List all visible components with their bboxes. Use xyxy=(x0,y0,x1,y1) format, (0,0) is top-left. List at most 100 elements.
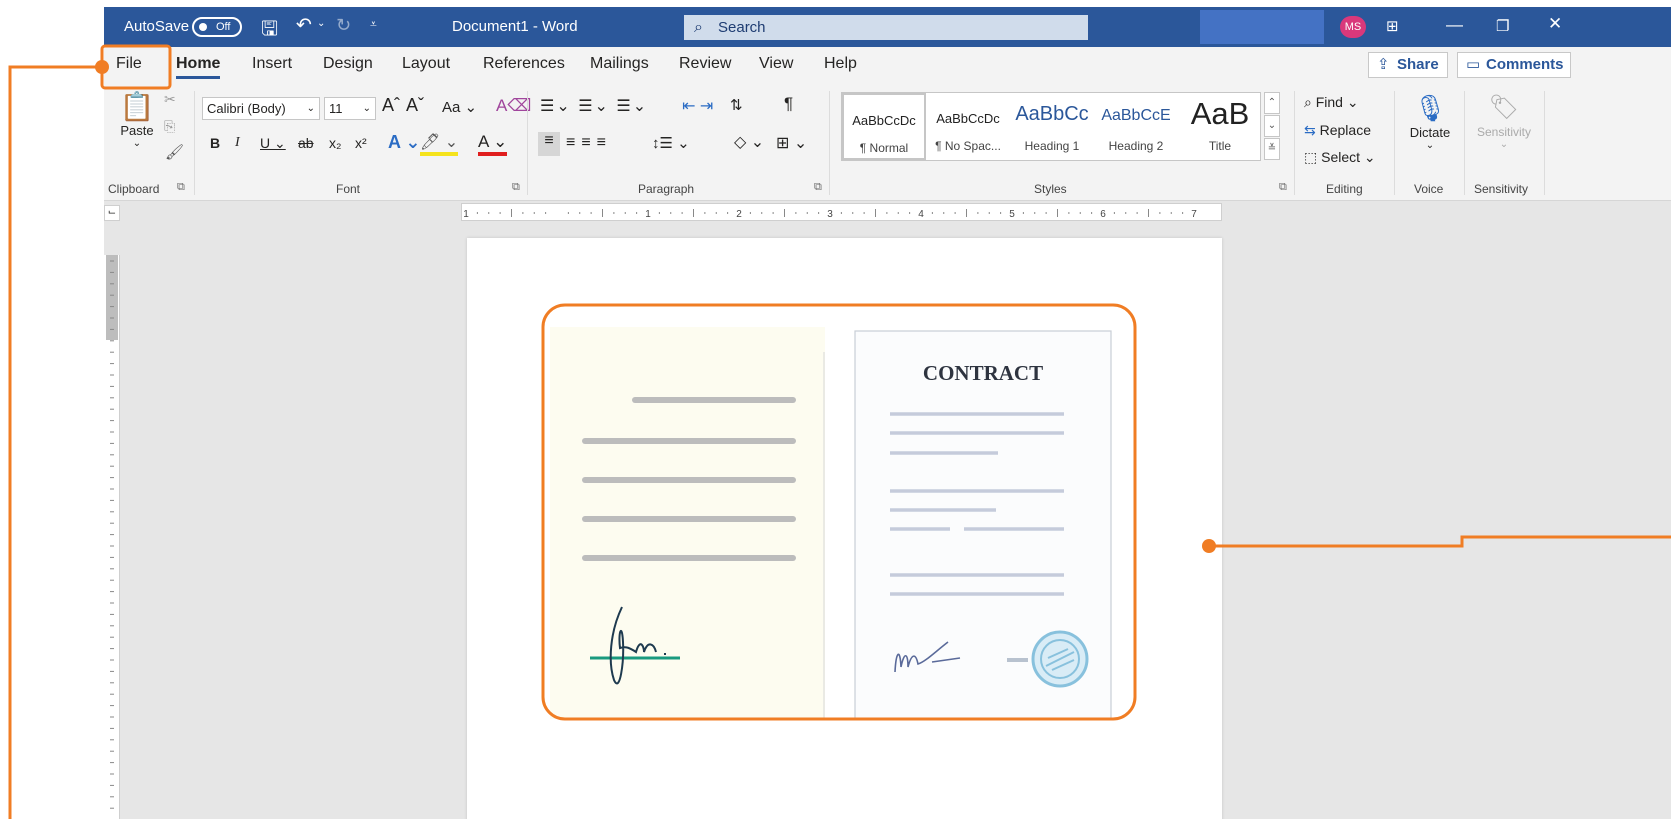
tab-design[interactable]: Design xyxy=(323,55,373,73)
change-case-label: Aa xyxy=(442,99,461,116)
tab-mailings[interactable]: Mailings xyxy=(590,55,649,73)
alignment-buttons[interactable]: ≡≡≡ xyxy=(566,134,612,152)
customize-qat-icon[interactable]: ⩡ xyxy=(370,17,377,32)
font-color-icon[interactable]: A ⌄ xyxy=(478,132,508,156)
divider xyxy=(1544,91,1545,195)
select-button[interactable]: ⬚ Select ⌄ xyxy=(1304,149,1376,166)
style-heading-1[interactable]: AaBbCc Heading 1 xyxy=(1010,93,1094,160)
account-area[interactable] xyxy=(1200,10,1324,44)
format-painter-icon[interactable]: 🖌 xyxy=(165,143,184,161)
replace-label: Replace xyxy=(1319,122,1371,138)
tab-home[interactable]: Home xyxy=(176,55,221,79)
italic-icon[interactable]: I xyxy=(235,135,240,151)
undo-icon[interactable]: ↶ xyxy=(296,14,312,37)
group-label-sensitivity: Sensitivity xyxy=(1474,182,1529,196)
document-title: Document1 - Word xyxy=(452,18,578,35)
divider xyxy=(194,91,195,195)
ruler-ticks: 1 1 2 3 4 5 6 7 xyxy=(463,209,1197,220)
borders-icon[interactable]: ⊞ ⌄ xyxy=(776,133,807,153)
styles-launcher-icon[interactable]: ⧉ xyxy=(1279,181,1287,194)
chevron-down-icon: ⌄ xyxy=(306,103,315,114)
dictate-button[interactable]: 🎙 Dictate ⌄ xyxy=(1402,91,1458,171)
avatar[interactable]: MS xyxy=(1340,16,1366,38)
font-family-value: Calibri (Body) xyxy=(207,101,286,116)
gallery-up-icon[interactable]: ⌃ xyxy=(1264,92,1280,114)
ruler-number: 5 xyxy=(1009,209,1015,220)
tab-view[interactable]: View xyxy=(759,55,793,73)
strikethrough-icon[interactable]: ab xyxy=(298,135,314,151)
microphone-icon: 🎙 xyxy=(1413,93,1447,123)
share-button[interactable]: ⇪ Share xyxy=(1368,52,1448,78)
font-family-select[interactable]: Calibri (Body) ⌄ xyxy=(202,97,320,120)
style-preview: AaBbCcDc xyxy=(936,111,1000,126)
clipboard-icon: 📋 xyxy=(119,91,155,122)
styles-gallery: AaBbCcDc ¶ Normal AaBbCcDc ¶ No Spac... … xyxy=(841,92,1261,161)
group-label-paragraph: Paragraph xyxy=(638,182,695,196)
group-label-voice: Voice xyxy=(1414,182,1444,196)
dictate-label: Dictate xyxy=(1409,125,1451,140)
highlight-icon[interactable]: 🖊 ⌄ xyxy=(420,132,459,156)
group-label-styles: Styles xyxy=(1034,182,1067,196)
ruler-number: 4 xyxy=(918,209,924,220)
bold-icon[interactable]: B xyxy=(210,135,220,151)
list-buttons[interactable]: ☰⌄ ☰⌄ ☰⌄ xyxy=(540,96,648,116)
gallery-more-icon[interactable]: ≚ xyxy=(1264,138,1280,160)
signed-page xyxy=(550,327,825,719)
style-title[interactable]: AaB Title xyxy=(1178,93,1262,160)
close-icon[interactable]: ✕ xyxy=(1548,14,1562,34)
grow-font-icon[interactable]: Aˆ xyxy=(382,95,400,116)
tab-help[interactable]: Help xyxy=(824,55,857,73)
subscript-icon[interactable]: x₂ xyxy=(329,135,341,151)
superscript-icon[interactable]: x² xyxy=(355,135,367,151)
find-button[interactable]: ⌕ Find ⌄ xyxy=(1304,94,1359,111)
undo-dropdown-icon[interactable]: ⌄ xyxy=(317,18,325,29)
save-icon[interactable]: 🖫 xyxy=(261,14,278,48)
style-no-spacing[interactable]: AaBbCcDc ¶ No Spac... xyxy=(926,93,1010,160)
tab-review[interactable]: Review xyxy=(679,55,731,73)
change-case-button[interactable]: Aa ⌄ xyxy=(442,98,477,116)
redo-icon: ↻ xyxy=(336,15,352,35)
tab-file[interactable]: File xyxy=(116,55,142,73)
text-effects-icon[interactable]: A ⌄ xyxy=(388,132,420,153)
indent-buttons[interactable]: ⇤ ⇥ xyxy=(682,96,713,116)
comments-button[interactable]: ▭ Comments xyxy=(1457,52,1571,78)
sort-icon[interactable]: ⇅ xyxy=(730,96,743,114)
group-label-font: Font xyxy=(336,182,361,196)
line-spacing-icon[interactable]: ↕☰ ⌄ xyxy=(652,134,690,152)
tab-insert[interactable]: Insert xyxy=(252,55,292,73)
comments-label: Comments xyxy=(1486,56,1564,73)
paragraph-launcher-icon[interactable]: ⧉ xyxy=(814,181,822,194)
search-box[interactable]: ⌕ Search xyxy=(684,15,1088,40)
divider xyxy=(527,91,528,195)
title-bar: AutoSave Off 🖫 ↶ ⌄ ↻ ⩡ Document1 - Word … xyxy=(104,7,1671,47)
ribbon-display-icon[interactable]: ⊞ xyxy=(1386,17,1399,35)
tab-references[interactable]: References xyxy=(483,55,565,73)
style-heading-2[interactable]: AaBbCcE Heading 2 xyxy=(1094,93,1178,160)
align-left-icon[interactable]: ≡ xyxy=(538,132,560,156)
tab-selector-icon[interactable]: ⌙ xyxy=(104,205,120,221)
replace-button[interactable]: ⇆ Replace xyxy=(1304,122,1371,139)
font-launcher-icon[interactable]: ⧉ xyxy=(512,181,520,194)
minimize-icon[interactable]: — xyxy=(1446,15,1463,35)
style-preview: AaBbCcDc xyxy=(852,113,916,128)
shrink-font-icon[interactable]: Aˇ xyxy=(406,95,424,116)
tab-layout[interactable]: Layout xyxy=(402,55,450,73)
shading-icon[interactable]: ◇ ⌄ xyxy=(734,132,764,152)
vertical-ruler[interactable] xyxy=(104,255,120,819)
autosave-toggle[interactable]: Off xyxy=(192,17,242,37)
restore-icon[interactable]: ❐ xyxy=(1496,17,1509,35)
style-normal[interactable]: AaBbCcDc ¶ Normal xyxy=(842,93,926,160)
underline-icon[interactable]: U ⌄ xyxy=(260,135,286,152)
font-size-select[interactable]: 11 ⌄ xyxy=(324,97,376,120)
gallery-down-icon[interactable]: ⌄ xyxy=(1264,115,1280,137)
paste-button[interactable]: 📋 Paste ⌄ xyxy=(114,91,160,161)
ruler-number: 1 xyxy=(463,209,469,220)
ruler-number: 2 xyxy=(736,209,742,220)
pilcrow-icon[interactable]: ¶ xyxy=(784,94,793,114)
clipboard-launcher-icon[interactable]: ⧉ xyxy=(177,181,185,194)
horizontal-ruler[interactable]: 1 1 2 3 4 5 6 7 xyxy=(461,203,1222,221)
sensitivity-button: 🏷 Sensitivity ⌄ xyxy=(1472,91,1536,171)
divider xyxy=(829,91,830,195)
select-label: Select xyxy=(1321,149,1361,165)
paste-label: Paste xyxy=(120,123,154,138)
